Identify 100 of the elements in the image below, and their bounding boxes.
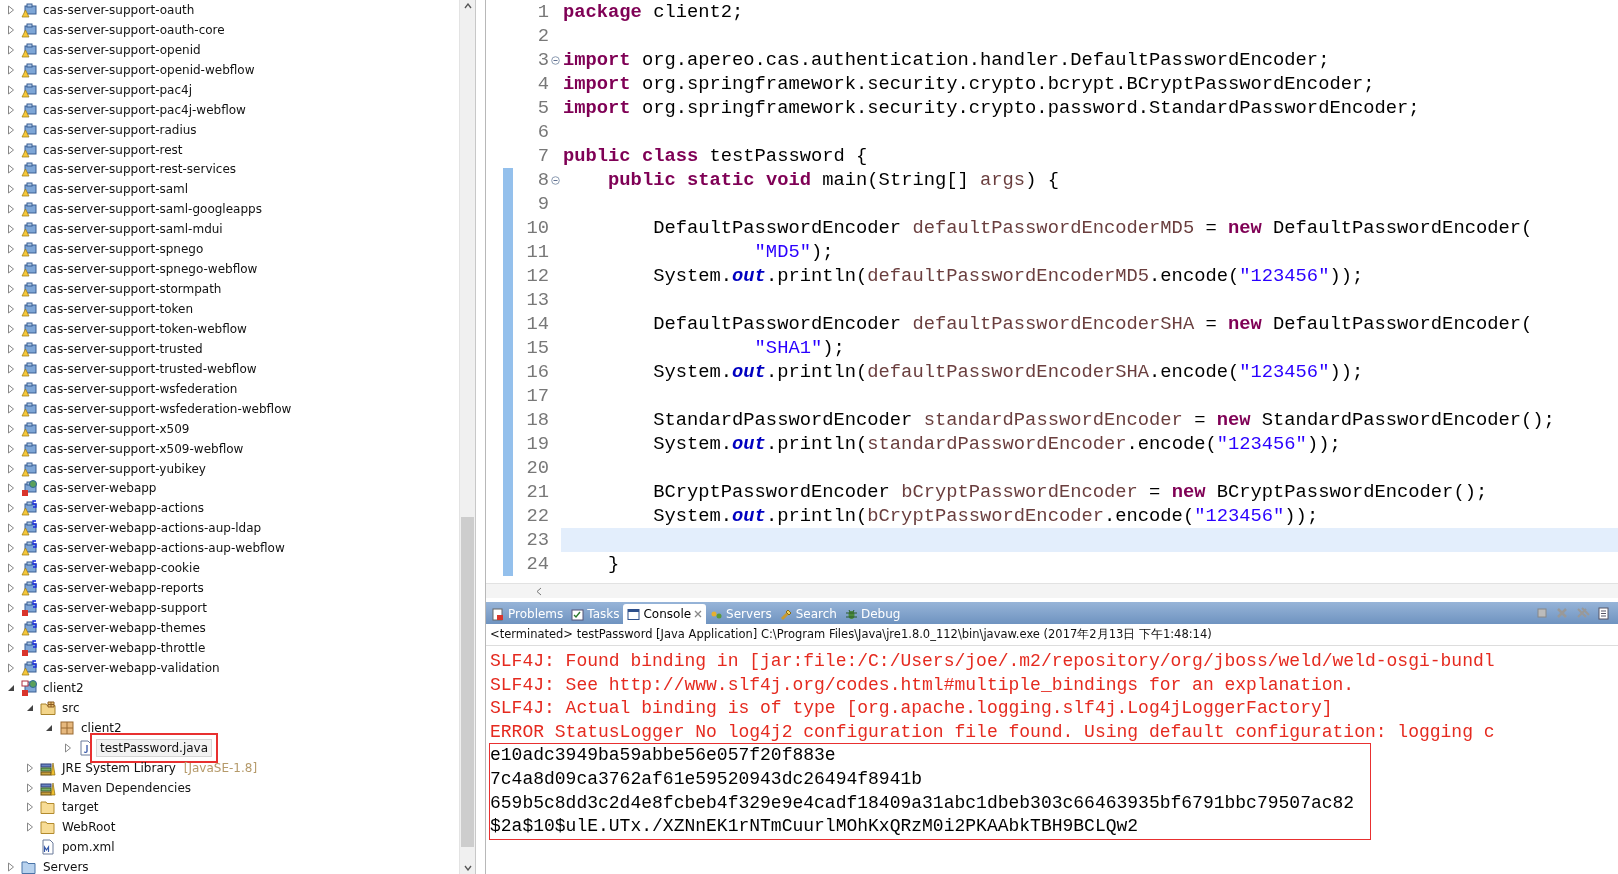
expanded-arrow-icon[interactable] xyxy=(7,683,15,692)
collapsed-arrow-icon[interactable] xyxy=(7,383,15,394)
tree-item[interactable]: cas-server-support-x509-webflow xyxy=(4,438,248,459)
tree-item[interactable]: pom.xml xyxy=(23,837,119,858)
collapsed-arrow-icon[interactable] xyxy=(7,244,15,255)
collapsed-arrow-icon[interactable] xyxy=(7,204,15,215)
collapsed-arrow-icon[interactable] xyxy=(7,662,15,673)
collapsed-arrow-icon[interactable] xyxy=(7,64,15,75)
collapsed-arrow-icon[interactable] xyxy=(7,563,15,574)
collapsed-arrow-icon[interactable] xyxy=(7,503,15,514)
tree-item[interactable]: cas-server-support-spnego xyxy=(4,239,208,260)
collapsed-arrow-icon[interactable] xyxy=(7,443,15,454)
collapsed-arrow-icon[interactable] xyxy=(7,862,15,873)
tree-item[interactable]: cas-server-support-token-webflow xyxy=(4,319,251,339)
collapsed-arrow-icon[interactable] xyxy=(7,124,15,135)
collapsed-arrow-icon[interactable] xyxy=(7,144,15,155)
tree-item[interactable]: target xyxy=(23,797,103,818)
tree-item[interactable]: cas-server-support-trusted xyxy=(4,338,207,359)
collapsed-arrow-icon[interactable] xyxy=(7,264,15,275)
collapsed-arrow-icon[interactable] xyxy=(7,523,15,534)
tree-item[interactable]: client2 xyxy=(4,677,88,698)
collapsed-arrow-icon[interactable] xyxy=(26,822,34,833)
tree-item[interactable]: cas-server-support-yubikey xyxy=(4,458,210,479)
collapsed-arrow-icon[interactable] xyxy=(26,762,34,773)
tree-item[interactable]: cas-server-webapp-cookie xyxy=(4,558,204,579)
scrollbar-thumb[interactable] xyxy=(461,517,474,847)
tree-item[interactable]: cas-server-support-rest-services xyxy=(4,159,241,180)
expanded-arrow-icon[interactable] xyxy=(45,723,53,732)
tree-item[interactable]: cas-server-webapp-actions-aup-ldap xyxy=(4,518,266,539)
expanded-arrow-icon[interactable] xyxy=(26,703,34,712)
collapsed-arrow-icon[interactable] xyxy=(7,104,15,115)
tree-item[interactable]: cas-server-support-oauth xyxy=(4,0,199,20)
collapsed-arrow-icon[interactable] xyxy=(7,4,15,15)
close-icon[interactable] xyxy=(694,610,703,618)
collapsed-arrow-icon[interactable] xyxy=(7,184,15,195)
tree-item[interactable]: cas-server-support-wsfederation-webflow xyxy=(4,398,296,419)
collapsed-arrow-icon[interactable] xyxy=(7,84,15,95)
tree-item[interactable]: cas-server-support-x509 xyxy=(4,418,194,439)
collapsed-arrow-icon[interactable] xyxy=(7,343,15,354)
tree-item[interactable]: cas-server-support-rest xyxy=(4,139,187,160)
tree-item[interactable]: cas-server-webapp-validation xyxy=(4,657,224,678)
tree-item[interactable]: cas-server-webapp-actions xyxy=(4,498,208,519)
tree-item[interactable]: cas-server-webapp-throttle xyxy=(4,638,210,658)
collapsed-arrow-icon[interactable] xyxy=(7,583,15,594)
collapsed-arrow-icon[interactable] xyxy=(26,782,34,793)
collapsed-arrow-icon[interactable] xyxy=(7,164,15,175)
scroll-up-icon[interactable] xyxy=(463,3,472,9)
tree-item[interactable]: client2 xyxy=(42,717,126,738)
collapsed-arrow-icon[interactable] xyxy=(7,224,15,235)
collapsed-arrow-icon[interactable] xyxy=(7,403,15,414)
collapsed-arrow-icon[interactable] xyxy=(26,802,34,813)
tree-item[interactable]: cas-server-support-token xyxy=(4,299,198,319)
code-line: import org.springframework.security.crypto.password.StandardPasswordEncoder; xyxy=(562,96,1421,120)
tree-item[interactable]: cas-server-support-pac4j-webflow xyxy=(4,99,250,120)
collapse-icon[interactable] xyxy=(550,175,560,185)
collapse-icon[interactable] xyxy=(550,55,560,65)
collapsed-arrow-icon[interactable] xyxy=(7,284,15,295)
collapsed-arrow-icon[interactable] xyxy=(7,642,15,653)
tree-item[interactable]: cas-server-webapp-themes xyxy=(4,618,210,638)
tree-item[interactable]: cas-server-webapp xyxy=(4,478,161,499)
tree-item[interactable]: cas-server-webapp-actions-aup-webflow xyxy=(4,538,289,559)
collapsed-arrow-icon[interactable] xyxy=(7,483,15,494)
flashlight-icon xyxy=(779,607,793,621)
tree-item[interactable]: cas-server-support-saml-googleapps xyxy=(4,199,266,220)
scroll-left-icon[interactable] xyxy=(536,586,542,596)
tree-item[interactable]: cas-server-support-pac4j xyxy=(4,79,197,100)
tree-item[interactable]: cas-server-webapp-support xyxy=(4,598,211,619)
collapsed-arrow-icon[interactable] xyxy=(64,742,72,753)
problems-icon xyxy=(492,607,505,621)
collapsed-arrow-icon[interactable] xyxy=(7,44,15,55)
collapsed-arrow-icon[interactable] xyxy=(7,323,15,334)
collapsed-arrow-icon[interactable] xyxy=(7,363,15,374)
tree-item[interactable]: cas-server-support-spnego-webflow xyxy=(4,259,262,280)
tree-item[interactable]: cas-server-support-trusted-webflow xyxy=(4,358,261,379)
tree-item[interactable]: WebRoot xyxy=(23,817,120,838)
tree-item[interactable]: cas-server-support-radius xyxy=(4,119,201,140)
collapsed-arrow-icon[interactable] xyxy=(7,423,15,434)
tree-item[interactable]: Servers xyxy=(4,857,93,874)
collapsed-arrow-icon[interactable] xyxy=(7,623,15,634)
tree-item[interactable]: cas-server-support-wsfederation xyxy=(4,378,242,399)
collapsed-arrow-icon[interactable] xyxy=(7,603,15,614)
collapsed-arrow-icon[interactable] xyxy=(7,24,15,35)
tree-item[interactable]: cas-server-support-openid-webflow xyxy=(4,59,259,80)
tree-item[interactable]: cas-server-support-oauth-core xyxy=(4,19,229,40)
tree-item[interactable]: cas-server-support-saml-mdui xyxy=(4,219,227,240)
view-tab[interactable]: Console xyxy=(623,604,707,624)
collapsed-arrow-icon[interactable] xyxy=(7,543,15,554)
tree-item[interactable]: cas-server-webapp-reports xyxy=(4,578,208,599)
tree-item[interactable]: Maven Dependencies xyxy=(23,777,195,798)
tree-item[interactable]: cas-server-support-openid xyxy=(4,39,205,60)
collapsed-arrow-icon[interactable] xyxy=(7,463,15,474)
vertical-scrollbar[interactable] xyxy=(459,0,475,874)
tree-item[interactable]: cas-server-support-stormpath xyxy=(4,279,226,300)
collapsed-arrow-icon[interactable] xyxy=(7,304,15,315)
tree-item[interactable]: cas-server-support-saml xyxy=(4,179,193,200)
scroll-down-icon[interactable] xyxy=(463,865,472,871)
tree-item[interactable]: src xyxy=(23,697,84,718)
horizontal-scrollbar[interactable] xyxy=(486,583,1618,598)
tree-item[interactable]: JRE System Library [JavaSE-1.8] xyxy=(23,757,258,778)
document-icon[interactable] xyxy=(1598,606,1610,620)
